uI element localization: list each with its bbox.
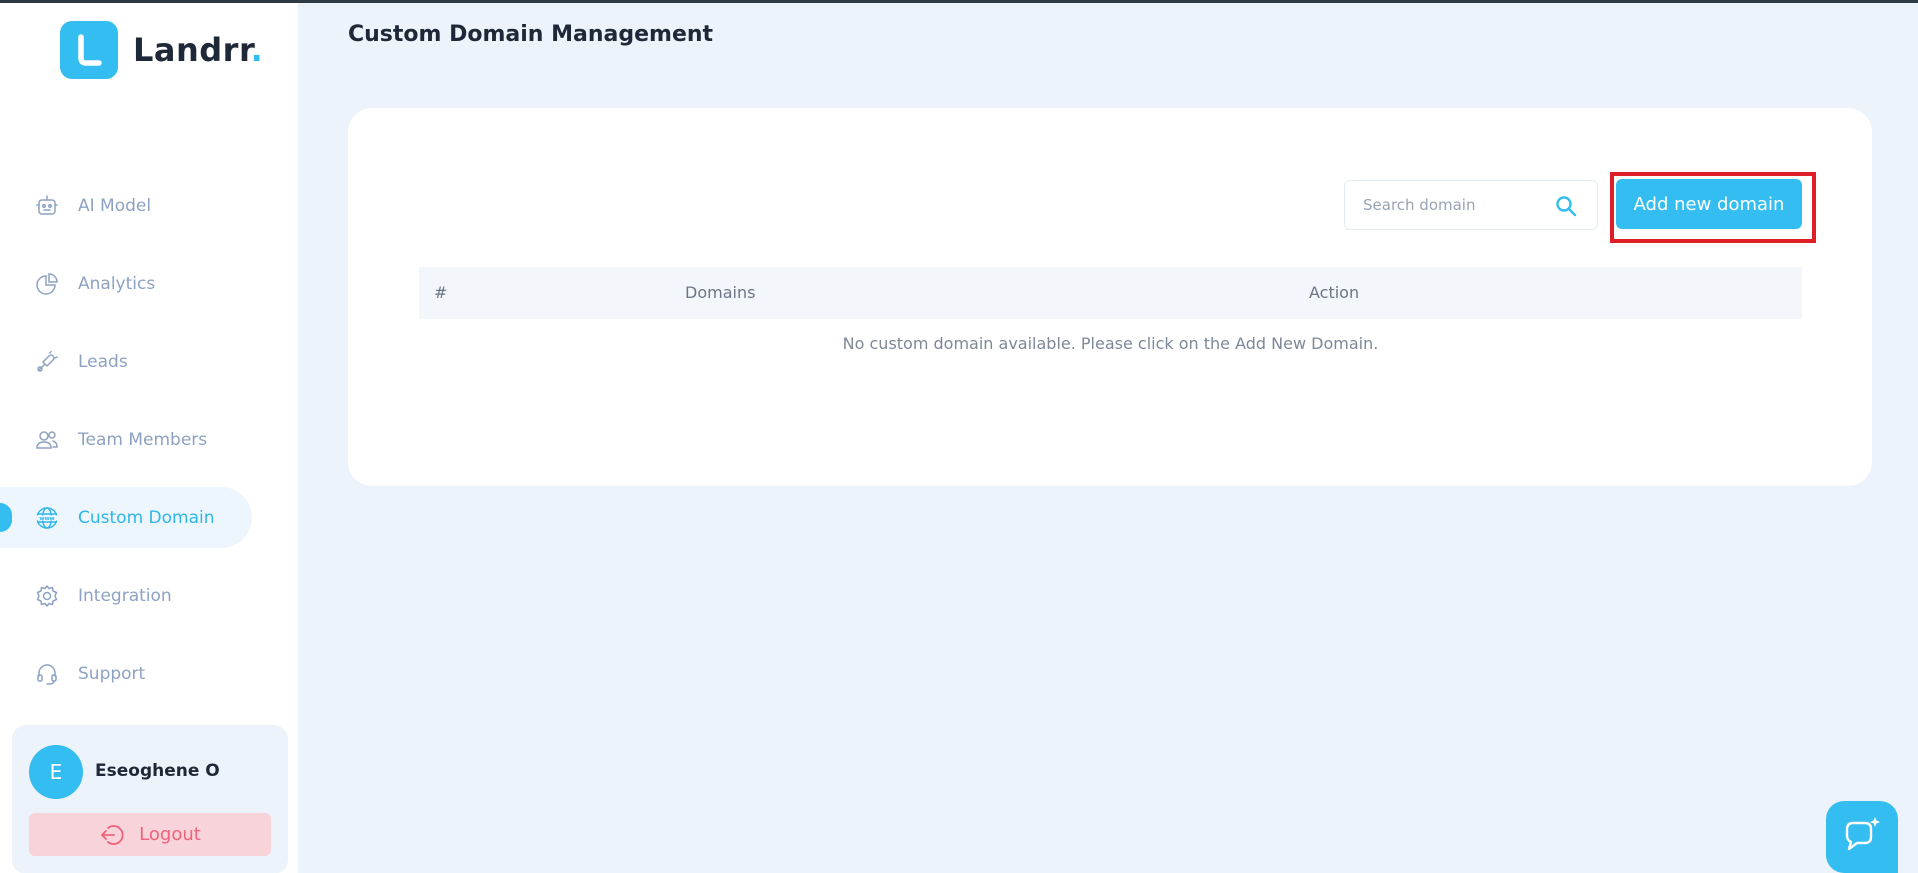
sidebar-nav: AI Model Analytics Leads Team Members ww…: [0, 175, 298, 721]
sidebar-item-label: Integration: [78, 585, 172, 606]
column-header-number: #: [434, 283, 448, 302]
sidebar-item-ai-model[interactable]: AI Model: [0, 175, 298, 236]
sidebar-item-label: Analytics: [78, 273, 156, 294]
sidebar-item-leads[interactable]: Leads: [0, 331, 298, 392]
table-header: # Domains Action: [419, 267, 1802, 319]
robot-icon: [34, 193, 60, 219]
logout-label: Logout: [139, 824, 201, 845]
sidebar-item-integration[interactable]: Integration: [0, 565, 298, 626]
sidebar-item-label: Leads: [78, 351, 128, 372]
headset-icon: [34, 661, 60, 687]
search-input[interactable]: [1345, 181, 1545, 229]
www-globe-icon: www: [34, 505, 60, 531]
sidebar-item-label: AI Model: [78, 195, 152, 216]
brand-name-text: Landrr: [133, 31, 251, 69]
sidebar: Landrr. AI Model Analytics Leads Team Me…: [0, 3, 298, 873]
search-box: [1344, 180, 1598, 230]
avatar[interactable]: E: [29, 745, 83, 799]
search-icon[interactable]: [1555, 195, 1577, 217]
column-header-action: Action: [1309, 283, 1360, 302]
sidebar-item-label: Team Members: [78, 429, 208, 450]
empty-state-message: No custom domain available. Please click…: [842, 334, 1379, 353]
chat-icon: [1841, 815, 1883, 859]
user-name: Eseoghene O: [95, 761, 220, 781]
chat-support-button[interactable]: [1826, 801, 1898, 873]
pie-chart-icon: [34, 271, 60, 297]
brand-dot: .: [250, 31, 264, 69]
logout-button[interactable]: Logout: [29, 813, 271, 856]
page-title: Custom Domain Management: [348, 22, 714, 47]
svg-text:www: www: [39, 516, 54, 522]
add-new-domain-button[interactable]: Add new domain: [1616, 179, 1802, 229]
sidebar-item-analytics[interactable]: Analytics: [0, 253, 298, 314]
sidebar-item-label: Custom Domain: [78, 507, 215, 528]
sidebar-item-team-members[interactable]: Team Members: [0, 409, 298, 470]
logout-icon: [99, 822, 125, 848]
brand-name: Landrr.: [133, 31, 263, 69]
brand-logo-icon: [60, 21, 118, 79]
sidebar-item-support[interactable]: Support: [0, 643, 298, 704]
sidebar-item-label: Support: [78, 663, 146, 684]
leads-icon: [34, 349, 60, 375]
gear-icon: [34, 583, 60, 609]
domain-panel: Add new domain # Domains Action No custo…: [348, 108, 1872, 486]
brand[interactable]: Landrr.: [60, 21, 263, 79]
user-card: E Eseoghene O Logout: [12, 725, 288, 873]
column-header-domains: Domains: [685, 283, 756, 302]
users-icon: [34, 427, 60, 453]
sidebar-item-custom-domain[interactable]: www Custom Domain: [0, 487, 298, 548]
